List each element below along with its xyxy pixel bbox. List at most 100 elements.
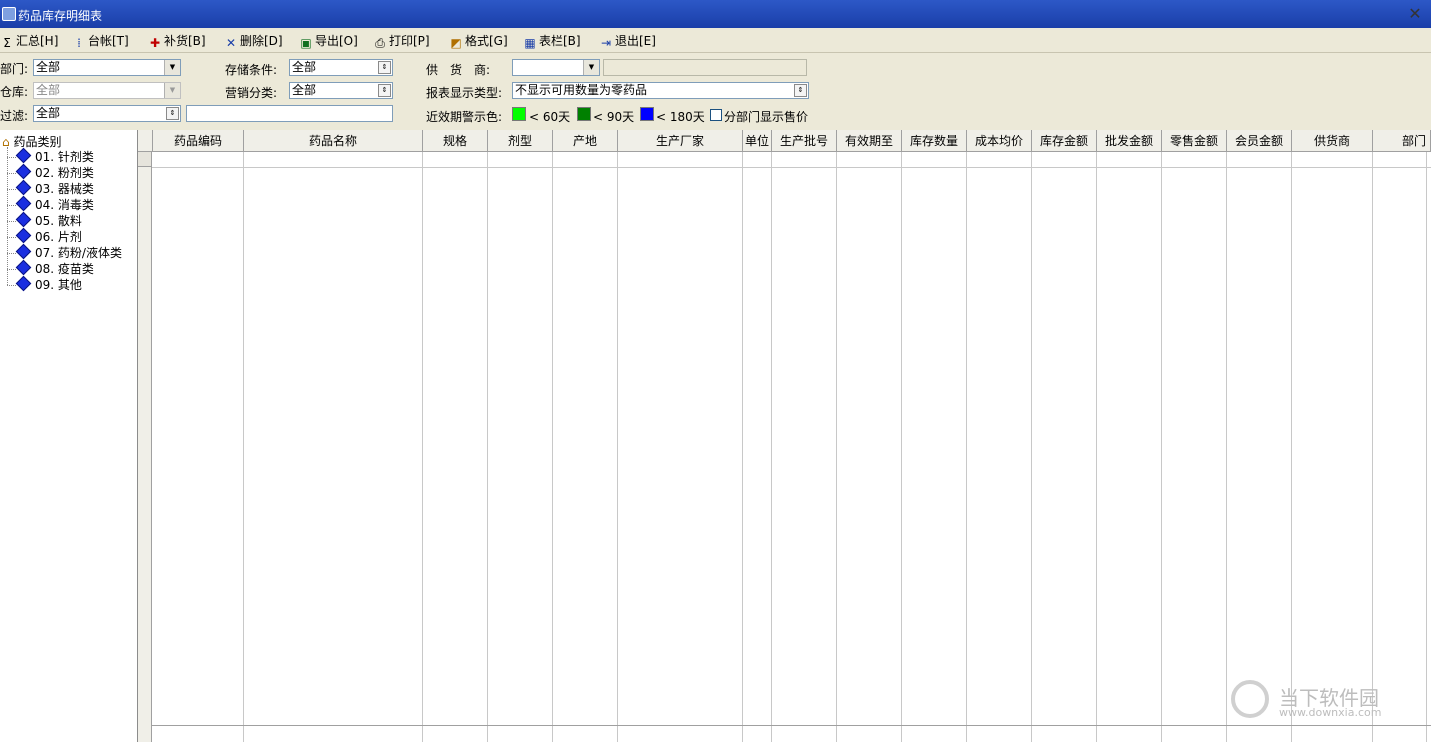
expiry-90-swatch[interactable]: [577, 107, 591, 121]
filter-select[interactable]: 全部 ⇕: [33, 105, 181, 122]
category-tree: ⌂ 药品类别 01. 针剂类 02. 粉剂类 03. 器械类 04. 消毒类 0…: [0, 130, 138, 742]
tree-root[interactable]: ⌂ 药品类别: [2, 133, 61, 150]
tree-item[interactable]: 09. 其他: [14, 275, 82, 293]
expiry-60-label: < 60天: [529, 110, 571, 124]
expiry-180-swatch[interactable]: [640, 107, 654, 121]
ledger-button[interactable]: ⁞ 台帐[T]: [72, 32, 129, 50]
grid-column: [1162, 152, 1227, 742]
column-header-member-amount[interactable]: 会员金额: [1227, 130, 1292, 152]
expiry-90-label: < 90天: [593, 110, 635, 124]
restock-button[interactable]: ✚ 补货[B]: [148, 32, 206, 50]
report-type-value: 不显示可用数量为零药品: [515, 83, 648, 97]
column-header-dept[interactable]: 部门: [1373, 130, 1431, 152]
column-header-stock-amount[interactable]: 库存金额: [1032, 130, 1097, 152]
spin-icon[interactable]: ⇕: [166, 107, 179, 120]
toolbar: Σ 汇总[H] ⁞ 台帐[T] ✚ 补货[B] ✕ 删除[D] ▣ 导出[O] ⎙ 打印[P…: [0, 28, 1431, 53]
column-header-name[interactable]: 药品名称: [244, 130, 423, 152]
grid-corner: [138, 130, 153, 152]
spin-icon[interactable]: ⇕: [378, 61, 391, 74]
marketing-value: 全部: [292, 83, 317, 97]
summary-row: [152, 725, 1431, 726]
column-header-code[interactable]: 药品编码: [153, 130, 244, 152]
supplier-name-field: [603, 59, 807, 76]
inventory-grid: 药品编码 药品名称 规格 剂型 产地 生产厂家 单位 生产批号 有效期至 库存数…: [138, 130, 1431, 742]
filter-panel: 部门: 全部 ▼ 仓库: 全部 ▼ 过滤: 全部 ⇕ 存储条件: 全部 ⇕ 营销…: [0, 53, 1431, 129]
format-button[interactable]: ◩ 格式[G]: [449, 32, 507, 50]
sigma-icon: Σ: [3, 36, 11, 50]
column-header-dosage-form[interactable]: 剂型: [488, 130, 553, 152]
tree-item[interactable]: 08. 疫苗类: [14, 259, 94, 277]
category-node-icon: [15, 243, 32, 260]
columns-button[interactable]: ▦ 表栏[B]: [523, 32, 580, 50]
grid-column: [618, 152, 743, 742]
chevron-down-icon[interactable]: ▼: [164, 60, 180, 75]
column-header-retail-amount[interactable]: 零售金额: [1162, 130, 1227, 152]
grid-column: [772, 152, 837, 742]
marketing-select[interactable]: 全部 ⇕: [289, 82, 393, 99]
summary-button[interactable]: Σ 汇总[H]: [0, 32, 58, 50]
column-header-wholesale-amount[interactable]: 批发金额: [1097, 130, 1162, 152]
spin-icon[interactable]: ⇕: [794, 84, 807, 97]
category-node-icon: [15, 275, 32, 292]
columns-icon: ▦: [524, 36, 536, 50]
category-node-icon: [15, 195, 32, 212]
report-type-select[interactable]: 不显示可用数量为零药品 ⇕: [512, 82, 809, 99]
warehouse-label: 仓库:: [0, 85, 29, 99]
column-header-unit[interactable]: 单位: [743, 130, 772, 152]
tree-item[interactable]: 02. 粉剂类: [14, 163, 94, 181]
tree-item[interactable]: 05. 散料: [14, 211, 82, 229]
window-title: 药品库存明细表: [18, 9, 103, 23]
supplier-label: 供 货 商:: [426, 63, 491, 77]
tree-item[interactable]: 03. 器械类: [14, 179, 94, 197]
app-icon: [2, 7, 16, 21]
grid-column: [488, 152, 553, 742]
exit-button[interactable]: ⇥ 退出[E]: [599, 32, 656, 50]
chevron-down-icon[interactable]: ▼: [164, 83, 180, 98]
delete-button[interactable]: ✕ 删除[D]: [224, 32, 283, 50]
grid-column: [967, 152, 1032, 742]
print-button[interactable]: ⎙ 打印[P]: [373, 32, 429, 50]
column-header-manufacturer[interactable]: 生产厂家: [618, 130, 743, 152]
expiry-60-swatch[interactable]: [512, 107, 526, 121]
category-node-icon: [15, 259, 32, 276]
table-row[interactable]: [152, 167, 1431, 168]
printer-icon: ⎙: [375, 36, 385, 50]
column-header-batch[interactable]: 生产批号: [772, 130, 837, 152]
column-header-supplier[interactable]: 供货商: [1292, 130, 1373, 152]
tree-item[interactable]: 07. 药粉/液体类: [14, 243, 122, 261]
report-type-label: 报表显示类型:: [426, 86, 503, 100]
storage-select[interactable]: 全部 ⇕: [289, 59, 393, 76]
watermark-url: www.downxia.com: [1279, 706, 1382, 719]
tree-item[interactable]: 01. 针剂类: [14, 147, 94, 165]
column-header-origin[interactable]: 产地: [553, 130, 618, 152]
dept-price-checkbox[interactable]: [710, 109, 722, 121]
dept-select[interactable]: 全部 ▼: [33, 59, 181, 76]
supplier-select[interactable]: ▼: [512, 59, 600, 76]
expiry-label: 近效期警示色:: [426, 110, 503, 124]
tree-item[interactable]: 06. 片剂: [14, 227, 82, 245]
category-node-icon: [15, 163, 32, 180]
tree-item[interactable]: 04. 消毒类: [14, 195, 94, 213]
column-header-expiry[interactable]: 有效期至: [837, 130, 902, 152]
title-bar: 药品库存明细表 ✕: [0, 0, 1431, 28]
chevron-down-icon[interactable]: ▼: [583, 60, 599, 75]
column-header-avg-cost[interactable]: 成本均价: [967, 130, 1032, 152]
restock-icon: ✚: [149, 36, 161, 50]
row-indicator[interactable]: [138, 152, 152, 167]
column-header-spec[interactable]: 规格: [423, 130, 488, 152]
category-node-icon: [15, 147, 32, 164]
grid-column: [902, 152, 967, 742]
dept-price-label: 分部门显示售价: [724, 110, 809, 124]
spin-icon[interactable]: ⇕: [378, 84, 391, 97]
warehouse-select[interactable]: 全部 ▼: [33, 82, 181, 99]
grid-column: [1227, 152, 1292, 742]
grid-column: [1292, 152, 1373, 742]
filter-text-input[interactable]: [186, 105, 393, 122]
column-header-stock-qty[interactable]: 库存数量: [902, 130, 967, 152]
ledger-icon: ⁞: [77, 36, 81, 50]
row-header-strip: [138, 152, 152, 742]
close-button[interactable]: ✕: [1405, 4, 1425, 24]
expiry-180-label: < 180天: [656, 110, 705, 124]
export-button[interactable]: ▣ 导出[O]: [299, 32, 357, 50]
grid-column: [837, 152, 902, 742]
